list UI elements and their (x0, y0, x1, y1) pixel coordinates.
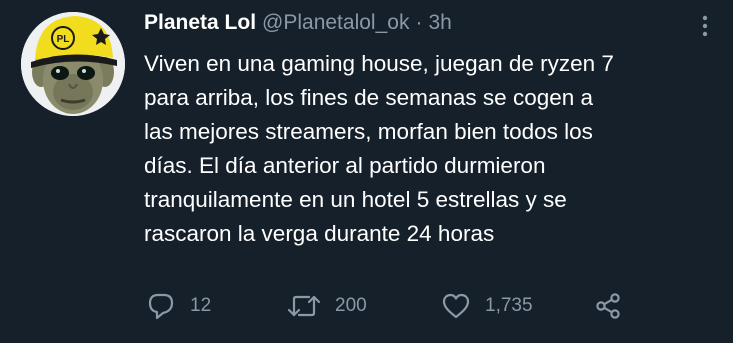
like-count: 1,735 (485, 295, 533, 316)
reply-count: 12 (190, 295, 212, 316)
heart-icon (442, 293, 470, 319)
more-button[interactable] (693, 14, 717, 38)
more-icon (702, 15, 708, 37)
avatar[interactable]: PL (21, 12, 125, 116)
tweet-card[interactable]: PL Planeta Lol @Planetalol_ok · 3h Viven… (0, 0, 733, 343)
timestamp[interactable]: 3h (428, 11, 451, 35)
tweet-text: Viven en una gaming house, juegan de ryz… (144, 51, 614, 246)
retweet-count: 200 (335, 295, 367, 316)
tweet-actions: 12 200 1,735 (146, 289, 626, 323)
avatar-image: PL (21, 12, 125, 116)
avatar-badge: PL (57, 34, 70, 45)
separator-dot: · (415, 11, 423, 34)
display-name[interactable]: Planeta Lol (144, 11, 256, 35)
share-button[interactable] (593, 289, 623, 323)
tweet-header: Planeta Lol @Planetalol_ok · 3h (144, 11, 452, 41)
reply-button[interactable]: 12 (146, 289, 211, 323)
retweet-icon (287, 295, 321, 317)
share-icon (596, 293, 620, 319)
reply-icon (148, 293, 174, 320)
retweet-button[interactable]: 200 (287, 289, 367, 323)
like-button[interactable]: 1,735 (441, 289, 533, 323)
user-handle[interactable]: @Planetalol_ok (262, 11, 409, 35)
